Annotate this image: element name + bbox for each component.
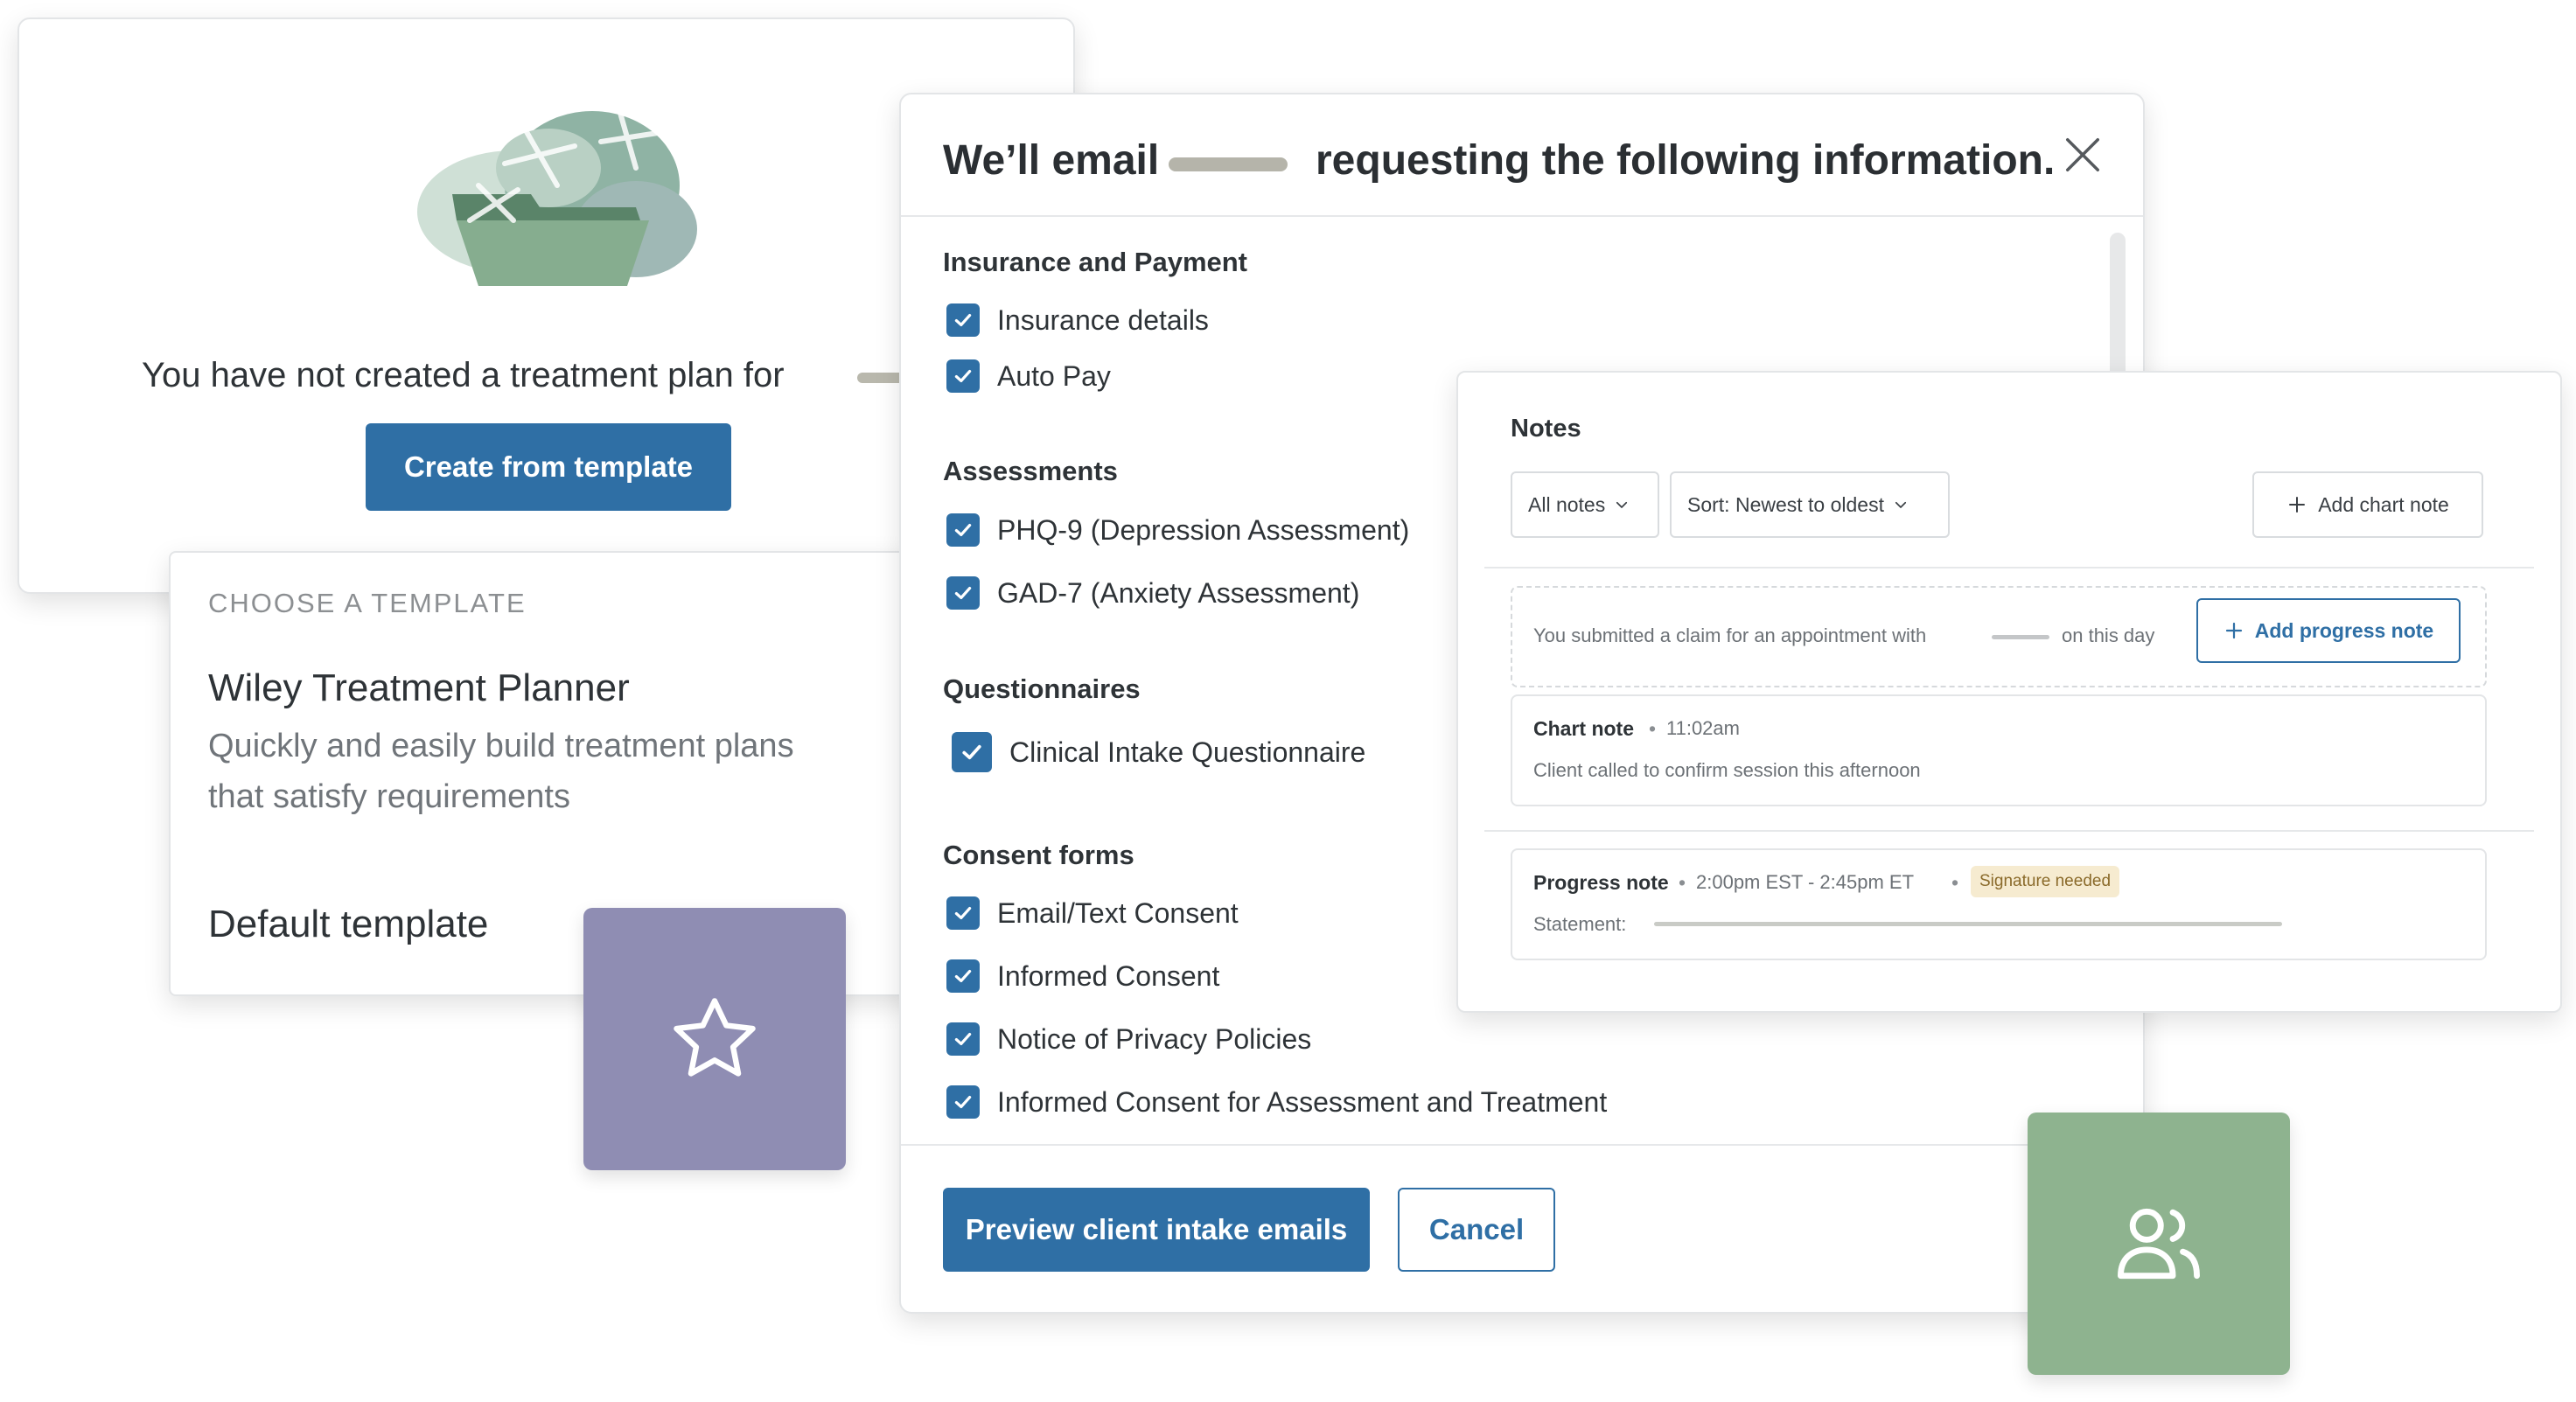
statement-label: Statement: (1533, 913, 1627, 935)
client-name-placeholder (1169, 157, 1288, 171)
check-icon (954, 969, 972, 983)
checkbox-phq9[interactable]: PHQ-9 (Depression Assessment) (946, 511, 1409, 549)
chart-note-label: Chart note (1533, 717, 1634, 740)
checkbox[interactable] (952, 732, 992, 772)
template-option-title[interactable]: Wiley Treatment Planner (208, 666, 630, 710)
checkbox-label: GAD-7 (Anxiety Assessment) (997, 576, 1360, 609)
default-template-option[interactable]: Default template (208, 903, 488, 946)
checkbox-email-text-consent[interactable]: Email/Text Consent (946, 894, 1239, 932)
checkbox-clinical-intake[interactable]: Clinical Intake Questionnaire (952, 732, 1366, 772)
progress-note-label: Progress note (1533, 871, 1669, 894)
modal-title-prefix: We’ll email (943, 137, 1160, 184)
checkbox-insurance-details[interactable]: Insurance details (946, 301, 1209, 339)
users-icon (2118, 1208, 2200, 1280)
checkbox-label: PHQ-9 (Depression Assessment) (997, 513, 1410, 546)
preview-intake-emails-button[interactable]: Preview client intake emails (943, 1188, 1370, 1272)
folder-illustration (417, 104, 697, 286)
add-chart-note-button[interactable]: Add chart note (2252, 471, 2483, 538)
chevron-down-icon (1895, 501, 1907, 508)
chart-note-body: Client called to confirm session this af… (1533, 759, 1921, 781)
sort-value: Sort: Newest to oldest (1687, 492, 1884, 516)
checkbox-gad7[interactable]: GAD-7 (Anxiety Assessment) (946, 574, 1359, 612)
users-tile (2028, 1113, 2290, 1375)
star-tile (583, 908, 846, 1170)
section-title-assessments: Assessments (943, 456, 1118, 486)
notes-filter-select[interactable]: All notes (1511, 471, 1659, 538)
plus-icon (2225, 622, 2242, 639)
progress-note-time: 2:00pm EST - 2:45pm ET (1696, 871, 1915, 893)
checkbox-label: Informed Consent for Assessment and Trea… (997, 1085, 1608, 1118)
chart-note-card[interactable]: Chart note • 11:02am Client called to co… (1511, 694, 2487, 806)
checkbox[interactable] (946, 896, 980, 930)
separator-dot: • (1951, 871, 1959, 894)
checkbox[interactable] (946, 1022, 980, 1056)
claim-notice: You submitted a claim for an appointment… (1511, 586, 2487, 687)
modal-title-suffix: requesting the following information. (1316, 137, 2056, 184)
check-icon (954, 906, 972, 920)
divider (1484, 830, 2534, 832)
modal-header: We’ll email requesting the following inf… (901, 94, 2143, 217)
claim-text-suffix: on this day (2062, 624, 2155, 646)
checkbox[interactable] (946, 576, 980, 610)
claim-text: You submitted a claim for an appointment… (1533, 624, 1927, 646)
cancel-button[interactable]: Cancel (1398, 1188, 1555, 1272)
check-icon (962, 744, 981, 760)
check-icon (954, 586, 972, 600)
check-icon (954, 313, 972, 327)
section-title-insurance: Insurance and Payment (943, 247, 1248, 277)
checkbox-auto-pay[interactable]: Auto Pay (946, 357, 1111, 395)
plus-icon (2289, 497, 2306, 513)
star-icon (674, 998, 756, 1077)
divider (1484, 567, 2534, 568)
checkbox-privacy-policies[interactable]: Notice of Privacy Policies (946, 1020, 1311, 1058)
section-title-consent: Consent forms (943, 840, 1134, 870)
statement-placeholder (1654, 922, 2282, 926)
signature-needed-badge: Signature needed (1971, 866, 2120, 897)
section-title-questionnaires: Questionnaires (943, 673, 1141, 704)
checkbox-consent-assessment-treatment[interactable]: Informed Consent for Assessment and Trea… (946, 1083, 1607, 1121)
checkbox[interactable] (946, 959, 980, 993)
template-picker-label: CHOOSE A TEMPLATE (208, 588, 527, 618)
check-icon (954, 1032, 972, 1046)
checkbox-informed-consent[interactable]: Informed Consent (946, 957, 1219, 995)
checkbox[interactable] (946, 513, 980, 547)
no-treatment-plan-message: You have not created a treatment plan fo… (142, 356, 785, 394)
add-progress-note-label: Add progress note (2254, 618, 2434, 642)
notes-title: Notes (1511, 415, 1581, 443)
checkbox-label: Insurance details (997, 303, 1209, 336)
close-icon[interactable] (2063, 135, 2103, 175)
check-icon (954, 523, 972, 537)
add-chart-note-label: Add chart note (2318, 492, 2449, 516)
template-option-description: Quickly and easily build treatment plans… (208, 728, 794, 815)
chevron-down-icon (1616, 501, 1628, 508)
separator-dot: • (1679, 871, 1686, 894)
check-icon (954, 1095, 972, 1109)
add-progress-note-button[interactable]: Add progress note (2196, 598, 2461, 663)
notes-panel: Notes All notes Sort: Newest to oldest A… (1456, 371, 2562, 1013)
checkbox-label: Informed Consent (997, 959, 1220, 992)
checkbox[interactable] (946, 359, 980, 393)
checkbox-label: Clinical Intake Questionnaire (1009, 736, 1366, 768)
checkbox[interactable] (946, 1085, 980, 1119)
separator-dot: • (1649, 717, 1657, 740)
modal-footer-divider (901, 1144, 2143, 1146)
filter-value: All notes (1528, 492, 1606, 516)
checkbox-label: Email/Text Consent (997, 896, 1239, 929)
check-icon (954, 369, 972, 383)
progress-note-card[interactable]: Progress note • 2:00pm EST - 2:45pm ET •… (1511, 848, 2487, 960)
checkbox[interactable] (946, 303, 980, 337)
checkbox-label: Auto Pay (997, 359, 1111, 392)
chart-note-time: 11:02am (1666, 717, 1740, 739)
create-from-template-button[interactable]: Create from template (366, 423, 731, 511)
checkbox-label: Notice of Privacy Policies (997, 1022, 1312, 1055)
client-name-placeholder (1992, 635, 2049, 639)
notes-sort-select[interactable]: Sort: Newest to oldest (1670, 471, 1950, 538)
